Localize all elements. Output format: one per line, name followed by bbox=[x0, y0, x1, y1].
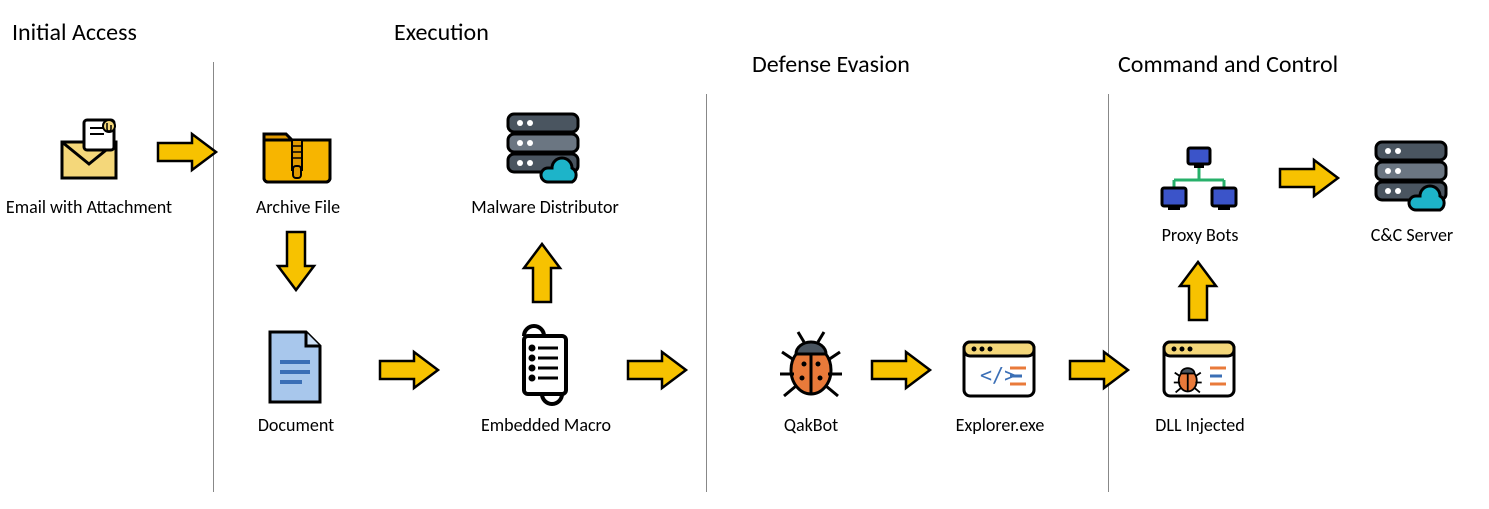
phase-initial-access: Initial Access bbox=[12, 18, 137, 47]
document-icon bbox=[264, 328, 326, 406]
node-label: Embedded Macro bbox=[476, 414, 616, 436]
phase-divider bbox=[213, 62, 214, 492]
phase-divider bbox=[706, 94, 707, 492]
node-label: Archive File bbox=[248, 196, 348, 218]
flow-arrow-icon bbox=[628, 352, 686, 388]
envelope-attachment-icon bbox=[54, 116, 124, 186]
bug-icon bbox=[776, 324, 846, 402]
node-label: C&C Server bbox=[1364, 224, 1460, 246]
flow-arrow-icon bbox=[158, 134, 216, 170]
flow-arrow-icon bbox=[524, 244, 560, 302]
flow-arrow-icon bbox=[380, 352, 438, 388]
cloud-server-icon bbox=[1370, 136, 1452, 214]
flow-arrow-icon bbox=[278, 232, 314, 290]
flow-arrow-icon bbox=[1280, 160, 1338, 196]
phase-execution: Execution bbox=[394, 18, 489, 47]
flow-arrow-icon bbox=[872, 352, 930, 388]
zip-folder-icon bbox=[258, 116, 336, 186]
script-scroll-icon bbox=[512, 322, 574, 408]
node-label: Email with Attachment bbox=[4, 196, 174, 218]
phase-divider bbox=[1108, 94, 1109, 492]
cloud-server-icon bbox=[502, 108, 584, 186]
code-window-icon: </> bbox=[960, 338, 1038, 400]
flow-arrow-icon bbox=[1070, 352, 1128, 388]
phase-defense-evasion: Defense Evasion bbox=[752, 50, 910, 79]
flow-arrow-icon bbox=[1180, 262, 1216, 320]
node-label: DLL Injected bbox=[1150, 414, 1250, 436]
node-label: Proxy Bots bbox=[1154, 224, 1246, 246]
node-label: QakBot bbox=[778, 414, 844, 436]
phase-command-control: Command and Control bbox=[1118, 50, 1338, 79]
node-label: Explorer.exe bbox=[952, 414, 1048, 436]
node-label: Malware Distributor bbox=[470, 196, 620, 218]
network-bots-icon bbox=[1156, 144, 1242, 214]
injected-window-icon bbox=[1160, 338, 1238, 400]
node-label: Document bbox=[250, 414, 342, 436]
